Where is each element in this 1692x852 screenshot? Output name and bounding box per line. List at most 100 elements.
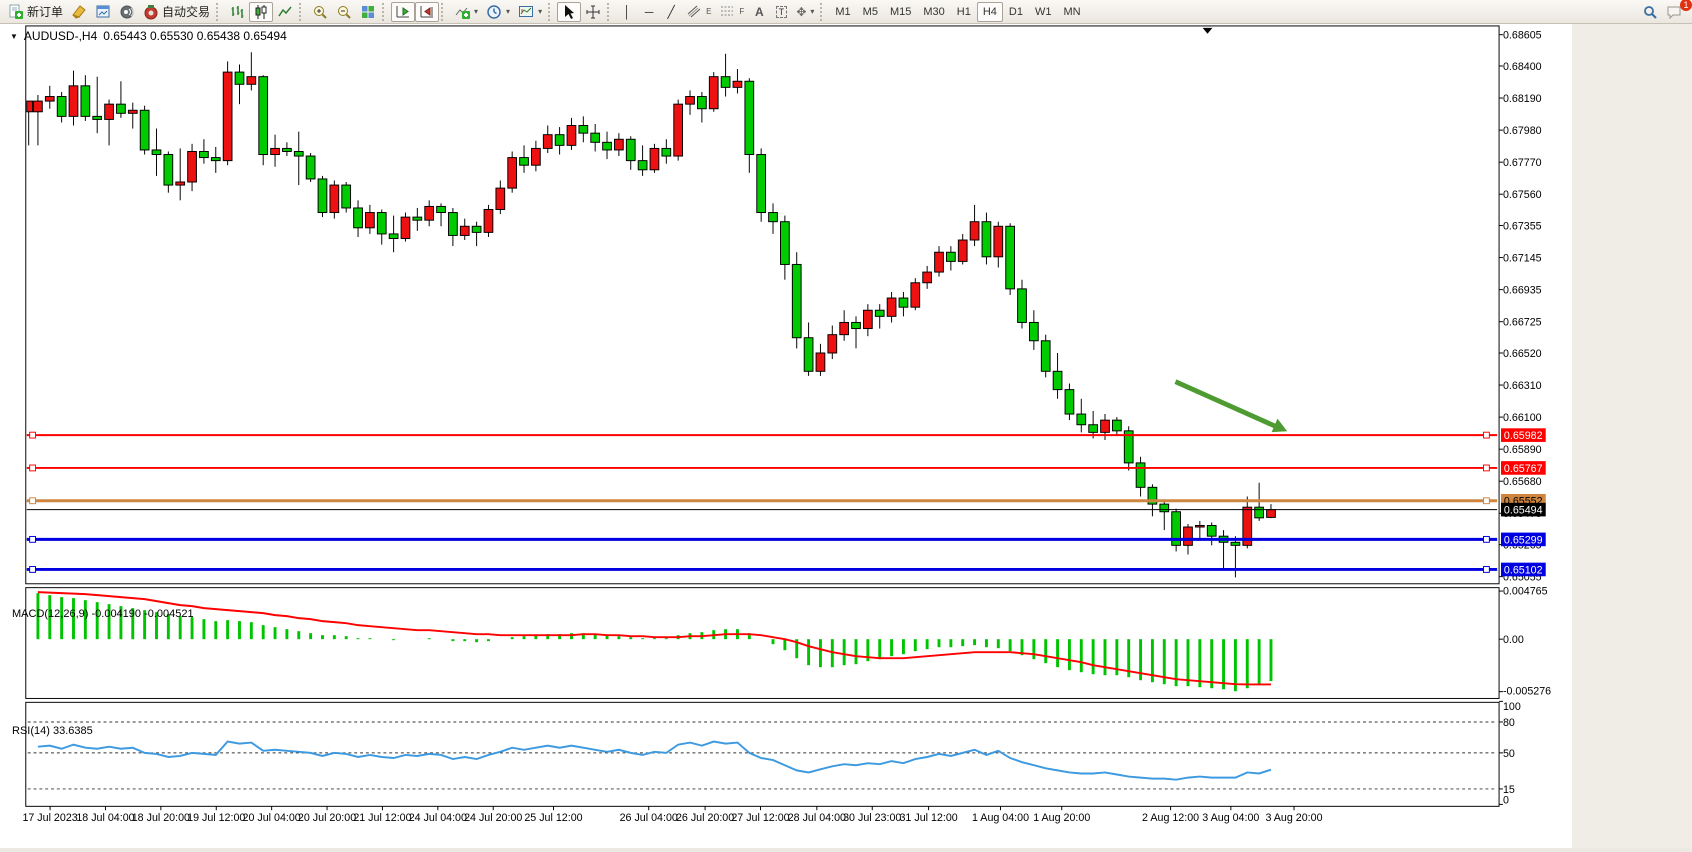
auto-scroll-button[interactable] <box>391 2 415 22</box>
trendline-button[interactable]: ╱ <box>660 2 682 22</box>
timeframe-button-h4[interactable]: H4 <box>977 2 1003 22</box>
new-order-button[interactable]: 新订单 <box>4 2 67 22</box>
text-button[interactable]: A <box>748 2 770 22</box>
candlestick-chart-button[interactable] <box>249 2 273 22</box>
bar-chart-button[interactable] <box>225 2 249 22</box>
toolbar-separator <box>820 3 827 21</box>
notifications-button[interactable]: 1 <box>1662 2 1688 22</box>
candle-body <box>1112 420 1121 431</box>
ohlc-values: 0.65443 0.65530 0.65438 0.65494 <box>103 29 287 43</box>
candle-body <box>840 322 849 334</box>
pane-splitter[interactable] <box>26 698 1499 702</box>
candle-body <box>769 213 778 222</box>
vertical-line-button[interactable]: │ <box>616 2 638 22</box>
time-tick-label: 26 Jul 04:00 <box>620 812 678 824</box>
candle-body <box>603 142 612 150</box>
candle-body <box>1207 525 1216 536</box>
timeframe-button-m1[interactable]: M1 <box>829 2 856 22</box>
candle-body <box>401 217 410 238</box>
arrows-button[interactable]: ✥ ▾ <box>792 2 818 22</box>
dropdown-arrow-icon: ▾ <box>474 7 478 16</box>
periods-button[interactable]: ▾ <box>482 2 514 22</box>
candle-body <box>1160 504 1169 512</box>
candle-body <box>425 206 434 220</box>
candle-body <box>887 298 896 316</box>
window-right-filler <box>1572 24 1692 852</box>
line-handle[interactable] <box>30 498 36 504</box>
price-tick-label: 0.68400 <box>1503 61 1542 73</box>
search-button[interactable] <box>1638 2 1662 22</box>
candle-body <box>1089 425 1098 433</box>
autotrading-icon <box>143 4 159 20</box>
templates-button[interactable]: ▾ <box>514 2 546 22</box>
timeframe-button-w1[interactable]: W1 <box>1029 2 1058 22</box>
line-chart-button[interactable] <box>273 2 297 22</box>
line-handle[interactable] <box>30 465 36 471</box>
timeframe-button-m5[interactable]: M5 <box>857 2 884 22</box>
equidistant-channel-button[interactable]: E <box>682 2 715 22</box>
broadcast-button[interactable] <box>115 2 139 22</box>
time-tick-label: 27 Jul 12:00 <box>731 812 789 824</box>
crosshair-button[interactable] <box>581 2 605 22</box>
line-handle[interactable] <box>30 432 36 438</box>
candle-body <box>662 148 671 156</box>
candle-body <box>188 151 197 182</box>
line-handle[interactable] <box>1484 536 1490 542</box>
price-tick-label: 0.66725 <box>1503 317 1542 329</box>
zoom-in-button[interactable] <box>308 2 332 22</box>
candle-body <box>567 126 576 146</box>
fibonacci-button[interactable]: F <box>715 2 748 22</box>
horizontal-line-button[interactable]: ─ <box>638 2 660 22</box>
tile-windows-button[interactable] <box>356 2 380 22</box>
candle-body <box>543 135 552 149</box>
timeframe-button-h1[interactable]: H1 <box>951 2 977 22</box>
indicators-button[interactable]: ▾ <box>450 2 482 22</box>
time-tick-label: 26 Jul 20:00 <box>676 812 734 824</box>
text-label-button[interactable]: T <box>770 2 792 22</box>
cursor-button[interactable] <box>557 2 581 22</box>
time-tick-label: 3 Aug 20:00 <box>1265 812 1322 824</box>
zoom-out-icon <box>336 4 352 20</box>
horizontal-line-icon: ─ <box>645 5 654 19</box>
depth-of-market-button[interactable] <box>67 2 91 22</box>
chart-shift-button[interactable] <box>415 2 439 22</box>
timeframe-button-mn[interactable]: MN <box>1057 2 1086 22</box>
zoom-out-button[interactable] <box>332 2 356 22</box>
candle-body <box>638 161 647 170</box>
templates-icon <box>518 4 534 20</box>
rsi-tick-label: 100 <box>1503 701 1521 713</box>
price-tick-label: 0.67560 <box>1503 189 1542 201</box>
candle-body <box>852 322 861 328</box>
chart-ohlc-header[interactable]: ▼ AUDUSD-,H4 0.65443 0.65530 0.65438 0.6… <box>10 29 287 43</box>
line-handle[interactable] <box>1484 465 1490 471</box>
line-handle[interactable] <box>30 567 36 573</box>
crosshair-icon <box>585 4 601 20</box>
candle-body <box>1006 226 1015 289</box>
line-handle[interactable] <box>1484 498 1490 504</box>
line-handle[interactable] <box>1484 567 1490 573</box>
line-handle[interactable] <box>1484 432 1490 438</box>
timeframe-button-m15[interactable]: M15 <box>884 2 917 22</box>
candle-body <box>1077 414 1086 425</box>
candle-body <box>615 139 624 150</box>
candle-body <box>152 150 161 155</box>
pane-splitter[interactable] <box>26 584 1499 588</box>
line-handle[interactable] <box>30 536 36 542</box>
chart-canvas[interactable]: 0.686050.684000.681900.679800.677700.675… <box>0 24 1692 852</box>
indicators-icon <box>454 4 470 20</box>
autotrading-button[interactable]: 自动交易 <box>139 2 214 22</box>
candle-body <box>1101 420 1110 432</box>
timeframe-button-m30[interactable]: M30 <box>917 2 950 22</box>
rsi-indicator-label: RSI(14) 33.6385 <box>12 725 93 737</box>
mt4-window: 新订单 自动交易 <box>0 0 1692 852</box>
candle-body <box>650 148 659 169</box>
time-axis[interactable]: 17 Jul 202318 Jul 04:0018 Jul 20:0019 Ju… <box>22 806 1322 824</box>
new-chart-button[interactable] <box>91 2 115 22</box>
price-tick-label: 0.67145 <box>1503 252 1542 264</box>
timeframe-button-d1[interactable]: D1 <box>1003 2 1029 22</box>
time-tick-label: 17 Jul 2023 <box>22 812 77 824</box>
candle-body <box>342 185 351 208</box>
candle-body <box>532 148 541 165</box>
dropdown-arrow-icon: ▾ <box>506 7 510 16</box>
candle-body <box>579 126 588 134</box>
